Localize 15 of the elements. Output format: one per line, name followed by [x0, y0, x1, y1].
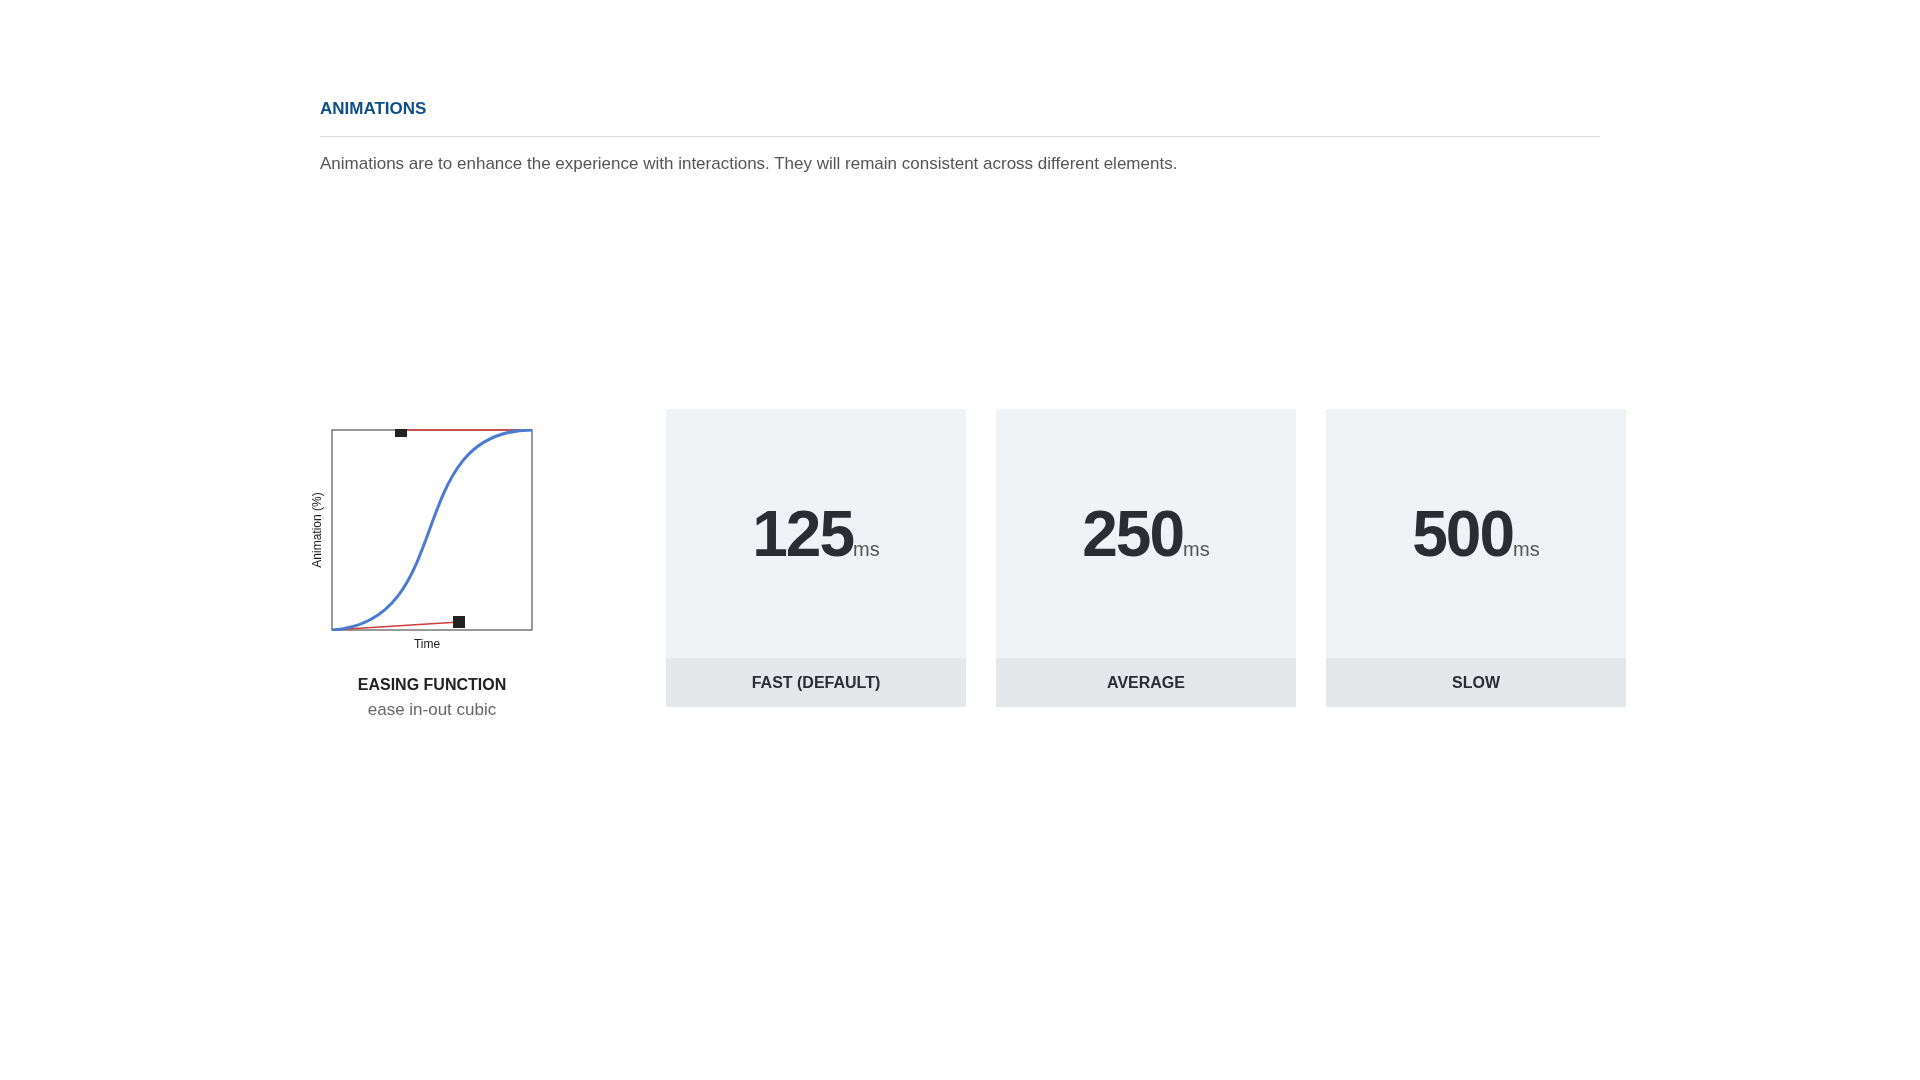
duration-label: SLOW: [1326, 658, 1626, 707]
section-description: Animations are to enhance the experience with interactions. They will remain consistent across different elements.: [320, 152, 1178, 175]
duration-unit: ms: [1513, 536, 1540, 562]
duration-value: 125: [752, 496, 854, 572]
duration-unit: ms: [1183, 536, 1210, 562]
duration-label: AVERAGE: [996, 658, 1296, 707]
duration-value: 250: [1082, 496, 1184, 572]
easing-subtitle: ease in-out cubic: [367, 699, 497, 721]
duration-label: FAST (DEFAULT): [666, 658, 966, 707]
duration-value: 500: [1412, 496, 1514, 572]
axis-label: Animation (%): [309, 492, 325, 568]
easing-title: EASING FUNCTION: [357, 675, 507, 695]
section-title: ANIMATIONS: [320, 98, 427, 120]
duration-unit: ms: [853, 537, 880, 562]
axis-label: Time: [413, 636, 441, 653]
